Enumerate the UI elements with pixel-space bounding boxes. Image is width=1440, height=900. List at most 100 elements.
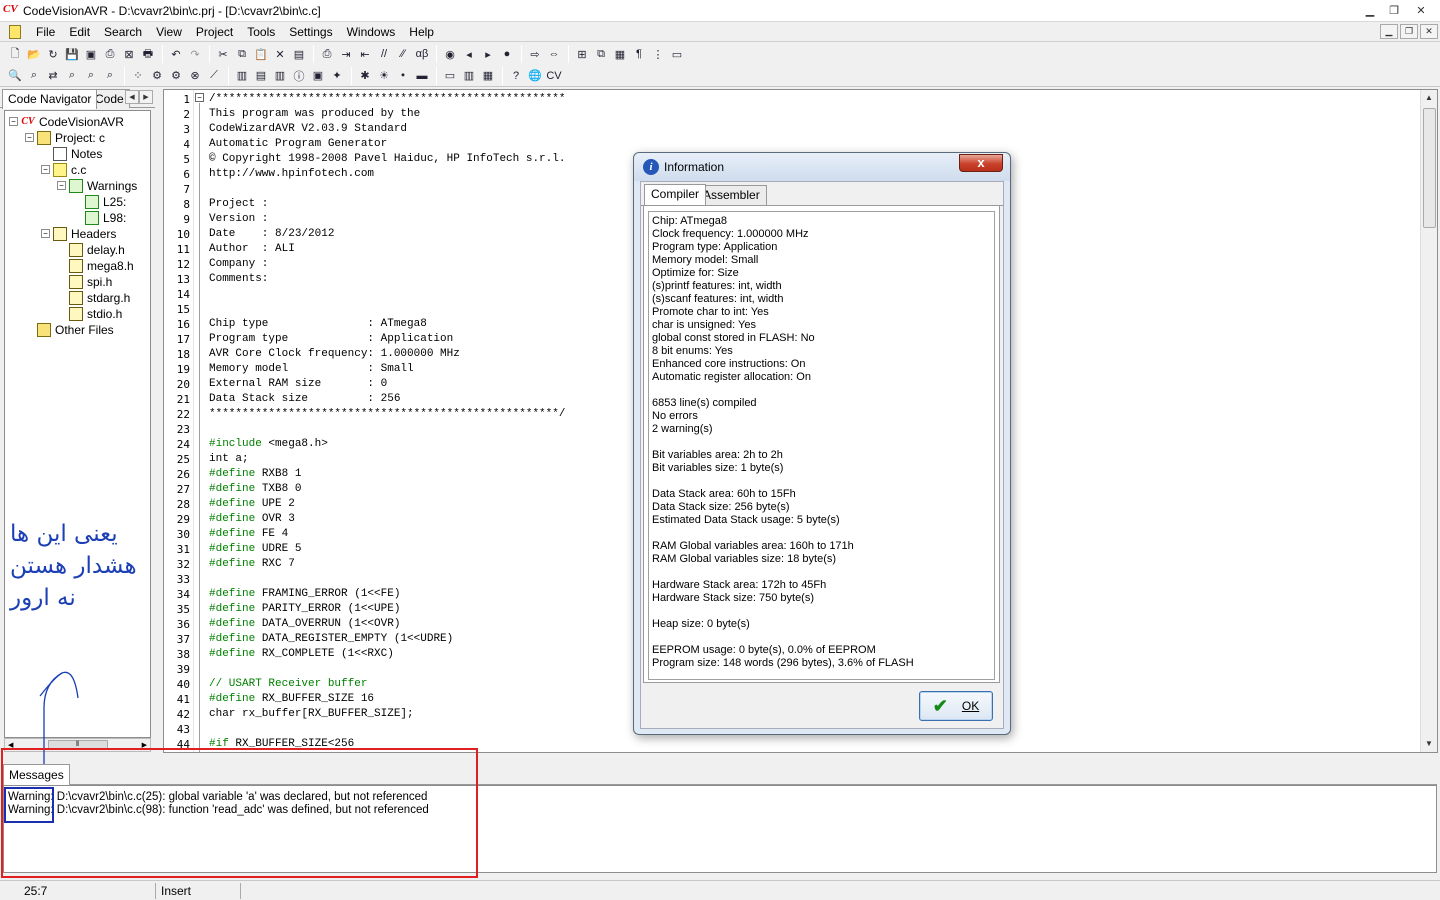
minimize-button[interactable]: ▁ <box>1358 1 1382 19</box>
code-line[interactable]: Project : <box>209 197 275 212</box>
paste-icon[interactable]: 📋 <box>252 45 270 63</box>
code-line[interactable]: #define RX_BUFFER_SIZE 16 <box>209 692 374 707</box>
tree-item[interactable]: Headers <box>53 226 116 242</box>
paragraph-icon[interactable]: ¶ <box>630 45 648 63</box>
tab-code-navigator[interactable]: Code Navigator <box>2 89 98 109</box>
match-brace-icon[interactable]: αβ <box>413 45 431 63</box>
menu-help[interactable]: Help <box>402 22 441 42</box>
code-line[interactable]: #define DATA_REGISTER_EMPTY (1<<UDRE) <box>209 632 453 647</box>
bookmark-back-icon[interactable]: ◂ <box>460 45 478 63</box>
dialog-title-bar[interactable]: i Information x <box>634 153 1010 181</box>
help-icon[interactable]: ? <box>507 67 525 85</box>
codewizard-icon[interactable]: ✦ <box>328 67 346 85</box>
tree-item[interactable]: delay.h <box>69 242 125 258</box>
code-line[interactable]: Author : ALI <box>209 242 295 257</box>
tab-scroll-right-button[interactable]: ▶ <box>139 90 153 104</box>
tree-expander[interactable]: − <box>41 229 50 238</box>
menu-file[interactable]: File <box>29 22 62 42</box>
save-icon[interactable]: 💾 <box>63 45 81 63</box>
code-line[interactable]: #define UDRE 5 <box>209 542 301 557</box>
document-menu-icon[interactable] <box>9 24 21 39</box>
make-icon[interactable]: ⚙ <box>167 67 185 85</box>
scroll-right-icon[interactable]: ▶ <box>142 741 147 749</box>
panel-icon[interactable]: ▭ <box>668 45 686 63</box>
code-line[interactable]: Company : <box>209 257 275 272</box>
unindent-icon[interactable]: ⇤ <box>356 45 374 63</box>
tree-item[interactable]: c.c <box>53 162 86 178</box>
tree-item[interactable]: stdarg.h <box>69 290 130 306</box>
lcd-icon[interactable]: ▥ <box>460 67 478 85</box>
code-line[interactable]: This program was produced by the <box>209 107 420 122</box>
code-line[interactable]: #define DATA_OVERRUN (1<<OVR) <box>209 617 400 632</box>
bookmark-clear-icon[interactable]: ● <box>498 45 516 63</box>
tree-item[interactable]: Other Files <box>37 322 114 338</box>
indent-icon[interactable]: ⇥ <box>337 45 355 63</box>
scroll-up-icon[interactable]: ▲ <box>1421 90 1437 106</box>
code-line[interactable]: #define OVR 3 <box>209 512 295 527</box>
code-line[interactable]: External RAM size : 0 <box>209 377 387 392</box>
tree-expander[interactable]: − <box>9 117 18 126</box>
about-icon[interactable]: CV <box>545 67 563 85</box>
ok-button[interactable]: ✔ OK <box>919 691 993 721</box>
menu-search[interactable]: Search <box>97 22 149 42</box>
debugger-icon[interactable]: ✱ <box>356 67 374 85</box>
mdi-close-button[interactable]: ✕ <box>1420 24 1438 39</box>
mdi-minimize-button[interactable]: ▁ <box>1380 24 1398 39</box>
tile-icon[interactable]: ⊞ <box>573 45 591 63</box>
comment-icon[interactable]: // <box>375 45 393 63</box>
tree-item[interactable]: mega8.h <box>69 258 134 274</box>
tab-compiler[interactable]: Compiler <box>644 184 707 205</box>
tree-icon[interactable]: ⋮ <box>649 45 667 63</box>
fold-toggle[interactable]: − <box>195 93 204 102</box>
programmer-icon[interactable]: ⬩ <box>394 67 412 85</box>
menu-settings[interactable]: Settings <box>282 22 339 42</box>
code-line[interactable]: /***************************************… <box>209 92 565 107</box>
explore-icon[interactable]: ▣ <box>309 67 327 85</box>
configure-icon[interactable]: ▥ <box>271 67 289 85</box>
code-line[interactable]: #define UPE 2 <box>209 497 295 512</box>
dialog-close-button[interactable]: x <box>959 154 1003 172</box>
code-line[interactable]: CodeWizardAVR V2.03.9 Standard <box>209 122 407 137</box>
code-line[interactable]: // USART Receiver buffer <box>209 677 367 692</box>
code-line[interactable]: #if RX_BUFFER_SIZE<256 <box>209 737 354 752</box>
code-line[interactable]: #define RXB8 1 <box>209 467 301 482</box>
find-icon[interactable]: 🔍 <box>6 67 24 85</box>
code-line[interactable]: #define RX_COMPLETE (1<<RXC) <box>209 647 394 662</box>
reload-icon[interactable]: ↻ <box>44 45 62 63</box>
tree-item[interactable]: Project: c <box>37 130 105 146</box>
print-icon[interactable]: 🖶 <box>139 45 157 63</box>
tab-scroll-left-button[interactable]: ◀ <box>125 90 139 104</box>
search-project-icon[interactable]: ⌕ <box>82 67 100 85</box>
code-line[interactable]: Date : 8/23/2012 <box>209 227 334 242</box>
compile-icon[interactable]: ⚙ <box>148 67 166 85</box>
new-file-icon[interactable]: 🗋 <box>6 45 24 63</box>
code-line[interactable]: #define TXB8 0 <box>209 482 301 497</box>
uncomment-icon[interactable]: ⁄⁄ <box>394 45 412 63</box>
editor-vertical-scrollbar[interactable]: ▲ ▼ <box>1420 90 1437 752</box>
menu-project[interactable]: Project <box>189 22 240 42</box>
cascade-icon[interactable]: ⧉ <box>592 45 610 63</box>
find-in-files-icon[interactable]: ⌕ <box>63 67 81 85</box>
close-icon[interactable]: ⊠ <box>120 45 138 63</box>
print-preview-icon[interactable]: ⎙ <box>101 45 119 63</box>
open-file-icon[interactable]: 📂 <box>25 45 43 63</box>
mdi-restore-button[interactable]: ❐ <box>1400 24 1418 39</box>
tab-assembler[interactable]: Assembler <box>696 185 767 205</box>
code-line[interactable]: Chip type : ATmega8 <box>209 317 427 332</box>
code-line[interactable]: Data Stack size : 256 <box>209 392 400 407</box>
print-selection-icon[interactable]: ⎙ <box>318 45 336 63</box>
editor-scroll-thumb[interactable] <box>1423 108 1436 228</box>
notes-icon[interactable]: ▤ <box>252 67 270 85</box>
save-all-icon[interactable]: ▣ <box>82 45 100 63</box>
project-icon[interactable]: ▥ <box>233 67 251 85</box>
replace-icon[interactable]: ⇄ <box>44 67 62 85</box>
arrange-icon[interactable]: ▦ <box>611 45 629 63</box>
scroll-left-icon[interactable]: ◀ <box>8 741 13 749</box>
tree-expander[interactable]: − <box>25 133 34 142</box>
web-icon[interactable]: 🌐 <box>526 67 544 85</box>
tree-item[interactable]: stdio.h <box>69 306 122 322</box>
code-line[interactable]: int a; <box>209 452 249 467</box>
code-line[interactable]: © Copyright 1998-2008 Pavel Haiduc, HP I… <box>209 152 565 167</box>
tab-messages[interactable]: Messages <box>3 764 70 786</box>
menu-view[interactable]: View <box>149 22 189 42</box>
